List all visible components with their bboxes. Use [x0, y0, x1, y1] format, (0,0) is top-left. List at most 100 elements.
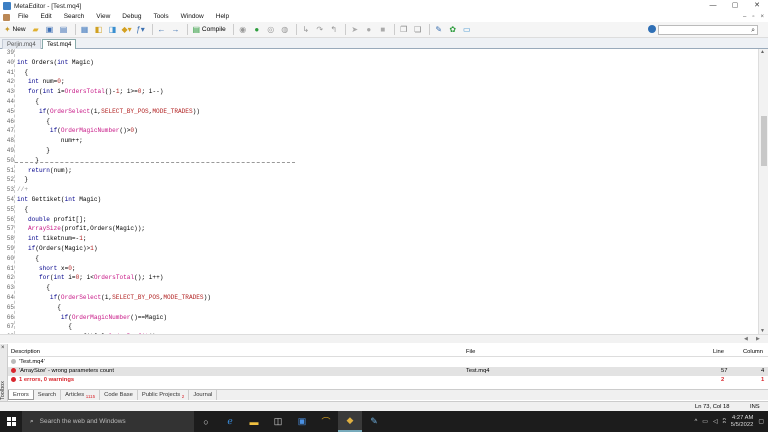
stop-button[interactable]: ◍	[279, 24, 291, 36]
code-line[interactable]: {	[17, 97, 39, 107]
breakpoint-button[interactable]: ➤	[349, 24, 361, 36]
edit-button[interactable]: ✎	[433, 24, 445, 36]
copy-button[interactable]: ❐	[398, 24, 410, 36]
code-line[interactable]: ArraySize(profit,Orders(Magic));	[17, 224, 145, 234]
community-icon[interactable]	[648, 25, 656, 33]
code-line[interactable]: }	[17, 175, 28, 185]
tab-articles[interactable]: Articles 1115	[61, 390, 101, 400]
code-line[interactable]: if(OrderMagicNumber()==Magic)	[17, 313, 167, 323]
tab-perjin[interactable]: Perjin.mq4	[2, 39, 41, 49]
clock[interactable]: 4:27 AM 5/5/2022	[731, 415, 754, 429]
function-dropdown[interactable]: ƒ▾	[135, 24, 147, 36]
code-line[interactable]: if(Orders(Magic)>1)	[17, 244, 98, 254]
tab-test[interactable]: Test.mq4	[42, 39, 77, 49]
taskbar-store[interactable]: ◫	[266, 411, 290, 432]
code-line[interactable]: {	[17, 254, 39, 264]
styler-button[interactable]: ◨	[107, 24, 119, 36]
code-line[interactable]: int Orders(int Magic)	[17, 58, 94, 68]
scroll-up-icon[interactable]: ▲	[760, 49, 765, 55]
table-row[interactable]: 'Test.mq4'	[8, 358, 768, 367]
code-line[interactable]: short x=0;	[17, 264, 76, 274]
code-line[interactable]: {	[17, 322, 72, 332]
table-row[interactable]: 'ArraySize' - wrong parameters count Tes…	[8, 367, 768, 376]
menu-search[interactable]: Search	[58, 12, 91, 22]
table-row[interactable]: 1 errors, 0 warnings 2 1	[8, 376, 768, 385]
code-line[interactable]: int Gettiket(int Magic)	[17, 195, 101, 205]
code-line[interactable]: {	[17, 283, 50, 293]
code-line[interactable]: {	[17, 205, 28, 215]
taskbar-metaeditor[interactable]: ◆	[338, 411, 362, 432]
header-column[interactable]: Column	[743, 347, 763, 357]
code-line[interactable]: {	[17, 68, 28, 78]
run-button[interactable]: ●	[363, 24, 375, 36]
tab-errors[interactable]: Errors	[8, 390, 34, 400]
code-line[interactable]: }	[17, 156, 39, 166]
start-debug-real-button[interactable]: ◉	[237, 24, 249, 36]
taskbar-explorer[interactable]: ▬	[242, 411, 266, 432]
code-line[interactable]: int num=0;	[17, 77, 65, 87]
tab-code-base[interactable]: Code Base	[100, 390, 138, 400]
code-line[interactable]: if(OrderSelect(i,SELECT_BY_POS,MODE_TRAD…	[17, 293, 211, 303]
menu-debug[interactable]: Debug	[116, 12, 147, 22]
language-icon[interactable]: ʭ	[723, 419, 726, 425]
maximize-button[interactable]: ▢	[724, 0, 746, 12]
step-over-button[interactable]: ↷	[314, 24, 326, 36]
code-line[interactable]: double profit[];	[17, 215, 87, 225]
menu-file[interactable]: File	[12, 12, 34, 22]
header-description[interactable]: Description	[11, 347, 40, 357]
mdi-restore-button[interactable]: ▫	[752, 12, 754, 22]
search-input[interactable]: ⌕	[658, 25, 758, 35]
search-icon[interactable]: ⌕	[751, 26, 755, 35]
options-button[interactable]: ✿	[447, 24, 459, 36]
new-button[interactable]: ✦ New	[2, 24, 28, 36]
code-line[interactable]: if(OrderMagicNumber()>0)	[17, 126, 138, 136]
scroll-left-icon[interactable]: ◀	[744, 336, 748, 342]
navigator-button[interactable]: ▦	[79, 24, 91, 36]
network-icon[interactable]: ▭	[702, 418, 708, 425]
toolbox-button[interactable]: ◧	[93, 24, 105, 36]
start-debug-button[interactable]: ●	[251, 24, 263, 36]
code-line[interactable]: for(int i=OrdersTotal()-1; i>=0; i--)	[17, 87, 163, 97]
close-icon[interactable]: ×	[1, 345, 5, 351]
code-line[interactable]: return(num);	[17, 166, 72, 176]
header-line[interactable]: Line	[713, 347, 724, 357]
menu-window[interactable]: Window	[175, 12, 210, 22]
open-button[interactable]: ▰	[30, 24, 42, 36]
save-all-button[interactable]: ▤	[58, 24, 70, 36]
taskbar-app2[interactable]: ⌒	[314, 411, 338, 432]
back-button[interactable]: ←	[156, 24, 168, 36]
step-out-button[interactable]: ↰	[328, 24, 340, 36]
mdi-minimize-button[interactable]: –	[743, 12, 746, 22]
code-line[interactable]: num++;	[17, 136, 83, 146]
task-view-button[interactable]: ○	[194, 411, 218, 432]
scroll-right-icon[interactable]: ▶	[756, 336, 760, 342]
forward-button[interactable]: →	[170, 24, 182, 36]
code-line[interactable]: {	[17, 303, 61, 313]
scrollbar-thumb[interactable]	[761, 116, 767, 166]
menu-view[interactable]: View	[90, 12, 116, 22]
menu-help[interactable]: Help	[210, 12, 235, 22]
halt-button[interactable]: ■	[377, 24, 389, 36]
start-button[interactable]	[0, 411, 22, 432]
menu-tools[interactable]: Tools	[147, 12, 174, 22]
paste-button[interactable]: ❏	[412, 24, 424, 36]
tab-search[interactable]: Search	[34, 390, 62, 400]
mdi-close-button[interactable]: ×	[760, 12, 764, 22]
code-line[interactable]: int tiketnum=-1;	[17, 234, 87, 244]
minimize-button[interactable]: —	[702, 0, 724, 12]
terminal-button[interactable]: ▭	[461, 24, 473, 36]
header-file[interactable]: File	[466, 347, 475, 357]
code-editor[interactable]: 39 40 int Orders(int Magic) 41 {42 int num=…	[0, 49, 758, 334]
chevron-up-icon[interactable]: ^	[694, 419, 697, 425]
code-line[interactable]: if(OrderSelect(i,SELECT_BY_POS,MODE_TRAD…	[17, 107, 200, 117]
editor-horizontal-scrollbar[interactable]: ◀ ▶	[0, 334, 768, 343]
pause-button[interactable]: ◎	[265, 24, 277, 36]
code-line[interactable]: }	[17, 146, 50, 156]
save-button[interactable]: ▣	[44, 24, 56, 36]
volume-icon[interactable]: ◁	[713, 418, 718, 425]
code-line[interactable]: for(int i=0; i<OrdersTotal(); i++)	[17, 273, 163, 283]
tab-public-projects[interactable]: Public Projects 2	[138, 390, 190, 400]
close-button[interactable]: ✕	[746, 0, 768, 12]
document-icon[interactable]	[3, 13, 10, 21]
step-into-button[interactable]: ↳	[300, 24, 312, 36]
